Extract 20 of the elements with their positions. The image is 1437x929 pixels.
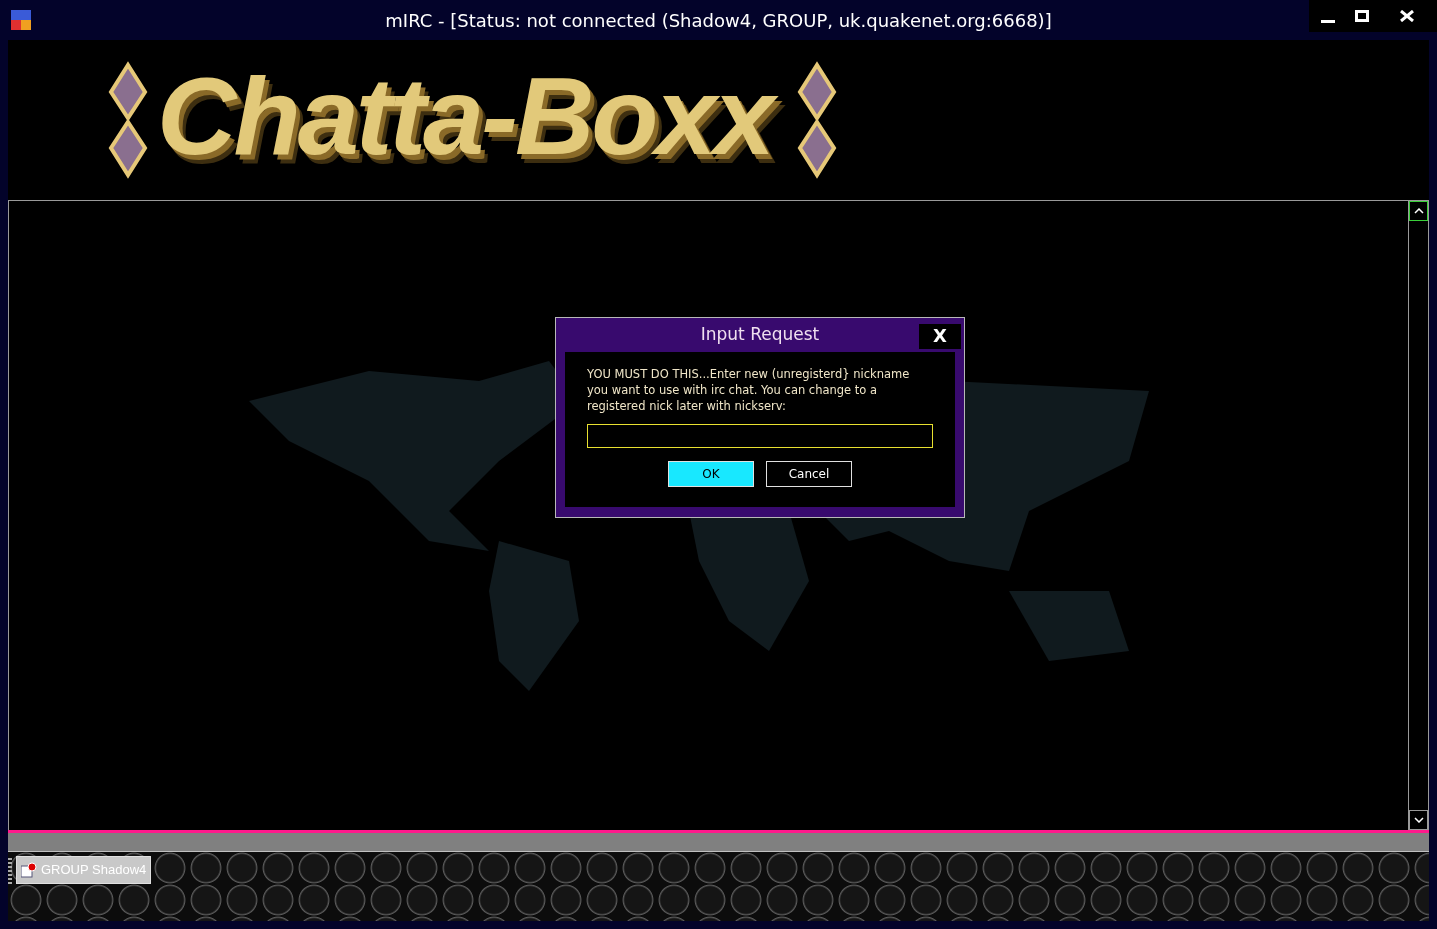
scroll-up-button[interactable] [1409, 201, 1428, 221]
cancel-button[interactable]: Cancel [766, 461, 852, 487]
grip-icon [8, 858, 12, 884]
nickname-input-field[interactable] [587, 424, 933, 448]
minimize-button[interactable] [1309, 0, 1347, 32]
dialog-title: Input Request [700, 323, 820, 347]
close-icon [1400, 10, 1414, 22]
ok-button[interactable]: OK [668, 461, 754, 487]
dialog-message: YOU MUST DO THIS...Enter new (unregisterd} nickname you want to use with irc chat. You can change to a registered nick later with nickserv: [587, 366, 911, 414]
chevron-up-icon [1413, 208, 1424, 214]
status-window-icon [21, 862, 37, 878]
chevron-down-icon [1413, 817, 1424, 823]
close-button[interactable] [1377, 0, 1437, 32]
window-title: mIRC - [Status: not connected (Shadow4, GROUP, uk.quakenet.org:6668)] [385, 8, 1052, 33]
scroll-down-button[interactable] [1409, 810, 1428, 830]
maximize-icon [1355, 10, 1369, 22]
dialog-close-button[interactable]: X [919, 323, 961, 349]
minimize-icon [1321, 19, 1335, 23]
app-icon [11, 10, 31, 30]
banner-logo-text: Chatta-Boxx [157, 52, 788, 188]
